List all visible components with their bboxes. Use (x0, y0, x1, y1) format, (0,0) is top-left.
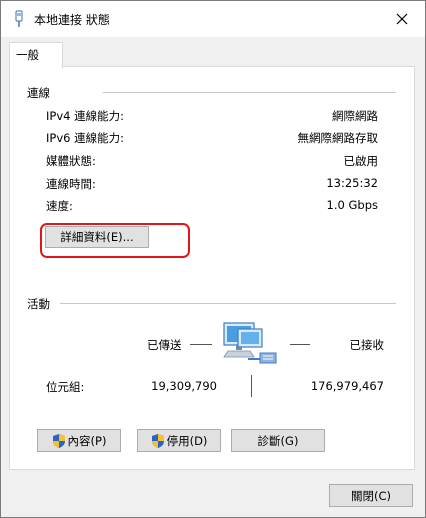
ipv4-value: 網際網路 (332, 109, 378, 123)
tab-general-label: 一般 (16, 48, 39, 62)
media-state-value: 已啟用 (343, 154, 379, 168)
received-dash (290, 344, 310, 345)
close-button[interactable]: 關閉(C) (329, 484, 413, 507)
status-dialog: 本地連接 狀態 一般 連線 IPv4 連線能力: 網際網路 IPv6 連線能力:… (0, 0, 426, 518)
duration-label: 連線時間: (46, 177, 96, 191)
speed-value: 1.0 Gbps (326, 198, 378, 212)
properties-button-label: 內容(P) (67, 433, 107, 448)
close-icon (396, 13, 408, 25)
uac-shield-icon (151, 433, 164, 448)
uac-shield-icon (52, 433, 65, 448)
close-button-label: 關閉(C) (350, 488, 391, 503)
ipv6-value: 無網際網路存取 (297, 131, 379, 145)
disable-button-label: 停用(D) (166, 433, 208, 448)
ipv4-label: IPv4 連線能力: (46, 109, 124, 123)
bytes-divider (251, 375, 252, 397)
network-adapter-icon (15, 10, 23, 27)
window-title: 本地連接 狀態 (34, 13, 110, 27)
disable-button[interactable]: 停用(D) (137, 429, 221, 452)
activity-group-divider (60, 303, 396, 304)
bytes-label: 位元組: (46, 380, 85, 394)
duration-value: 13:25:32 (326, 176, 378, 190)
connection-group-divider (103, 92, 396, 93)
bytes-sent-value: 19,309,790 (151, 379, 217, 393)
sent-label: 已傳送 (147, 338, 182, 352)
media-state-label: 媒體狀態: (46, 154, 96, 168)
title-bar: 本地連接 狀態 (1, 1, 425, 37)
sent-dash (190, 344, 212, 345)
connection-group-label: 連線 (27, 86, 50, 100)
close-window-button[interactable] (379, 1, 425, 37)
tab-general[interactable]: 一般 (9, 42, 63, 68)
details-highlight-box (40, 223, 190, 258)
diagnose-button[interactable]: 診斷(G) (231, 429, 325, 452)
general-panel: 連線 IPv4 連線能力: 網際網路 IPv6 連線能力: 無網際網路存取 媒體… (9, 66, 415, 470)
received-label: 已接收 (349, 338, 385, 352)
bytes-received-value: 176,979,467 (310, 379, 384, 393)
network-computers-icon (223, 322, 277, 364)
speed-label: 速度: (46, 199, 73, 213)
properties-button[interactable]: 內容(P) (37, 429, 121, 452)
diagnose-button-label: 診斷(G) (257, 433, 299, 448)
activity-group-label: 活動 (27, 297, 50, 311)
ipv6-label: IPv6 連線能力: (46, 131, 124, 145)
